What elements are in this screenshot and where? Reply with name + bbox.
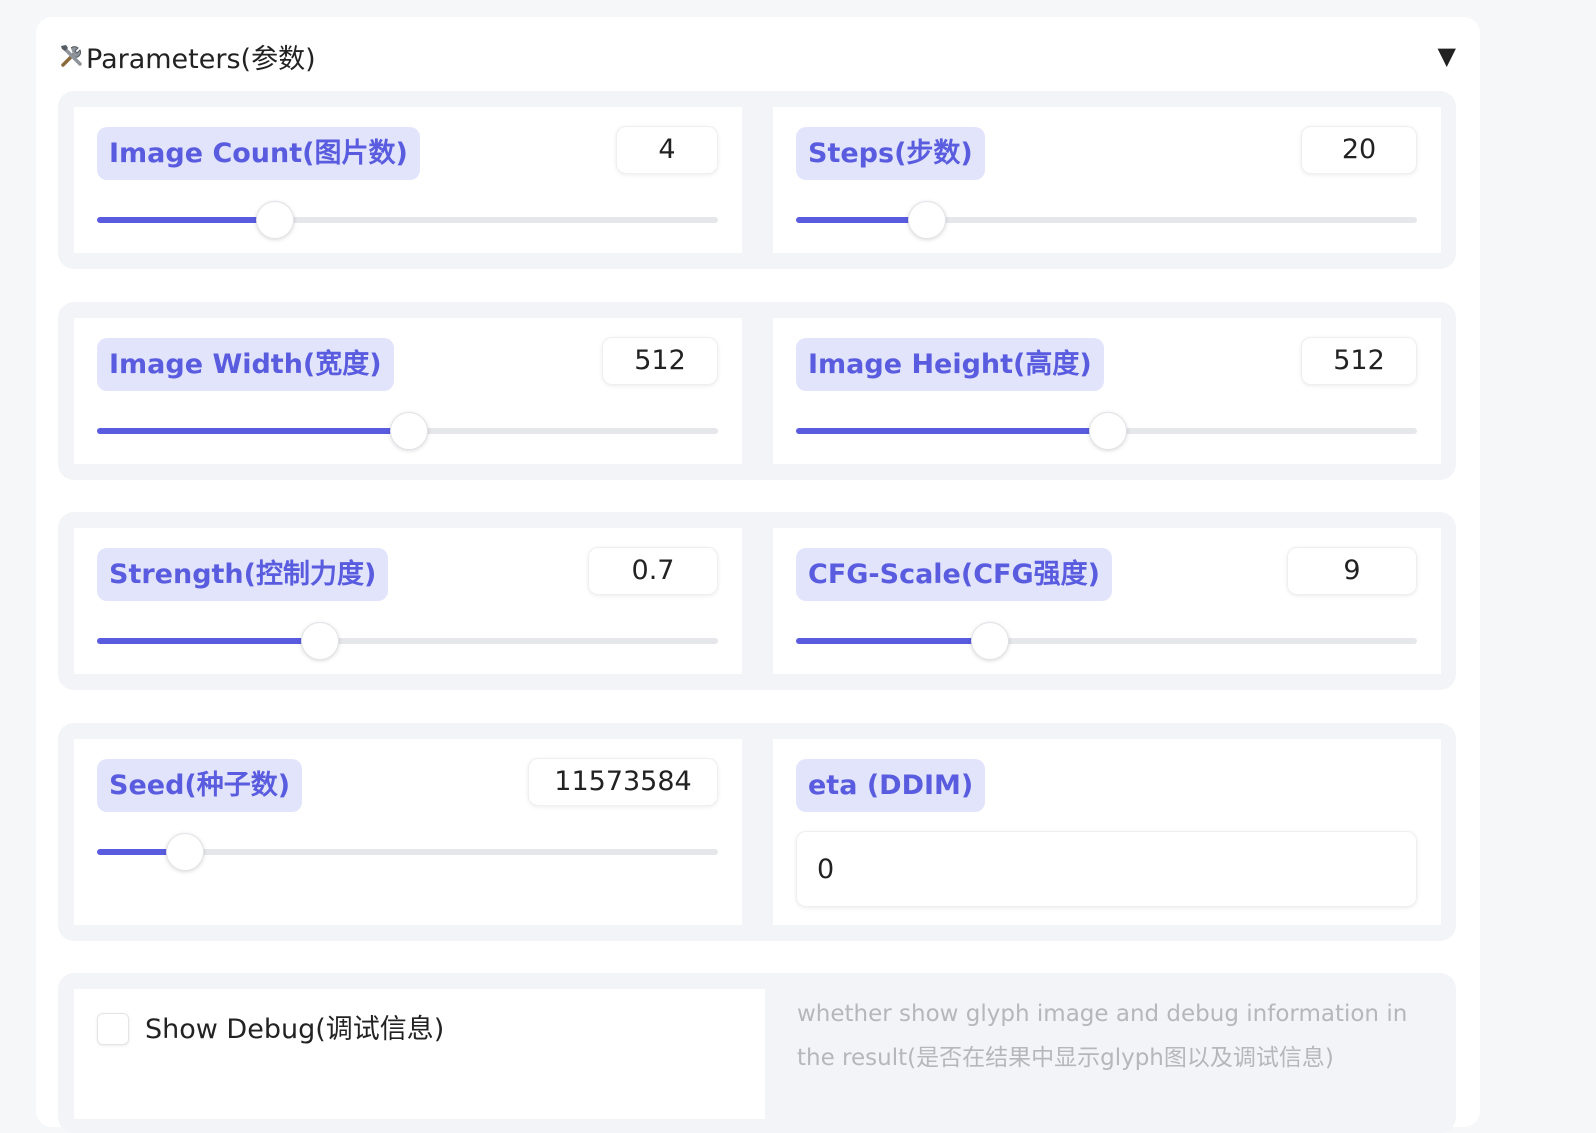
slider-fill xyxy=(97,638,320,644)
cfg-scale-block: CFG-Scale(CFG强度) 9 xyxy=(773,528,1441,674)
params-row-3: Strength(控制力度) 0.7 CFG-Scale(CFG强度) 9 xyxy=(58,512,1456,690)
image-height-block: Image Height(高度) 512 xyxy=(773,318,1441,464)
steps-slider[interactable] xyxy=(796,201,1417,239)
slider-thumb[interactable] xyxy=(389,412,428,450)
cfg-scale-input[interactable]: 9 xyxy=(1287,547,1417,595)
show-debug-checkbox[interactable] xyxy=(97,1013,129,1045)
steps-block: Steps(步数) 20 xyxy=(773,107,1441,253)
steps-input[interactable]: 20 xyxy=(1301,126,1417,174)
image-height-label: Image Height(高度) xyxy=(796,338,1104,391)
image-count-input[interactable]: 4 xyxy=(616,126,718,174)
show-debug-block: Show Debug(调试信息) xyxy=(74,989,765,1119)
slider-thumb[interactable] xyxy=(301,622,340,660)
eta-label: eta (DDIM) xyxy=(796,759,986,812)
panel-title-wrap: Parameters(参数) xyxy=(58,37,316,76)
params-row-1: Image Count(图片数) 4 Steps(步数) 20 xyxy=(58,91,1456,269)
image-width-input[interactable]: 512 xyxy=(602,337,718,385)
eta-input[interactable]: 0 xyxy=(796,831,1417,907)
slider-thumb[interactable] xyxy=(255,201,294,239)
image-count-slider[interactable] xyxy=(97,201,718,239)
slider-fill xyxy=(97,217,274,223)
image-count-label: Image Count(图片数) xyxy=(97,127,420,180)
slider-fill xyxy=(796,217,927,223)
image-width-block: Image Width(宽度) 512 xyxy=(74,318,742,464)
image-width-label: Image Width(宽度) xyxy=(97,338,394,391)
image-count-block: Image Count(图片数) 4 xyxy=(74,107,742,253)
cfg-scale-label: CFG-Scale(CFG强度) xyxy=(796,548,1112,601)
steps-label: Steps(步数) xyxy=(796,127,985,180)
image-height-slider[interactable] xyxy=(796,412,1417,450)
slider-thumb[interactable] xyxy=(165,833,204,871)
strength-slider[interactable] xyxy=(97,622,718,660)
slider-fill xyxy=(796,428,1107,434)
seed-block: Seed(种子数) 11573584 xyxy=(74,739,742,925)
cfg-scale-slider[interactable] xyxy=(796,622,1417,660)
slider-thumb[interactable] xyxy=(1088,412,1127,450)
slider-thumb[interactable] xyxy=(908,201,947,239)
image-height-input[interactable]: 512 xyxy=(1301,337,1417,385)
seed-label: Seed(种子数) xyxy=(97,759,303,812)
params-row-4: Seed(种子数) 11573584 eta (DDIM) 0 xyxy=(58,723,1456,941)
seed-slider[interactable] xyxy=(97,833,718,871)
eta-block: eta (DDIM) 0 xyxy=(773,739,1441,925)
strength-label: Strength(控制力度) xyxy=(97,548,389,601)
strength-input[interactable]: 0.7 xyxy=(588,547,718,595)
slider-thumb[interactable] xyxy=(970,622,1009,660)
triangle-down-icon[interactable]: ▼ xyxy=(1438,42,1456,70)
slider-fill xyxy=(796,638,989,644)
seed-input[interactable]: 11573584 xyxy=(528,758,718,806)
image-width-slider[interactable] xyxy=(97,412,718,450)
show-debug-info: whether show glyph image and debug infor… xyxy=(797,1001,1408,1071)
slider-fill xyxy=(97,428,408,434)
tools-icon xyxy=(58,42,86,70)
panel-header[interactable]: Parameters(参数) ▼ xyxy=(58,36,1458,76)
strength-block: Strength(控制力度) 0.7 xyxy=(74,528,742,674)
panel-title: Parameters(参数) xyxy=(86,43,316,75)
show-debug-label[interactable]: Show Debug(调试信息) xyxy=(145,1007,444,1046)
params-row-2: Image Width(宽度) 512 Image Height(高度) 512 xyxy=(58,302,1456,480)
